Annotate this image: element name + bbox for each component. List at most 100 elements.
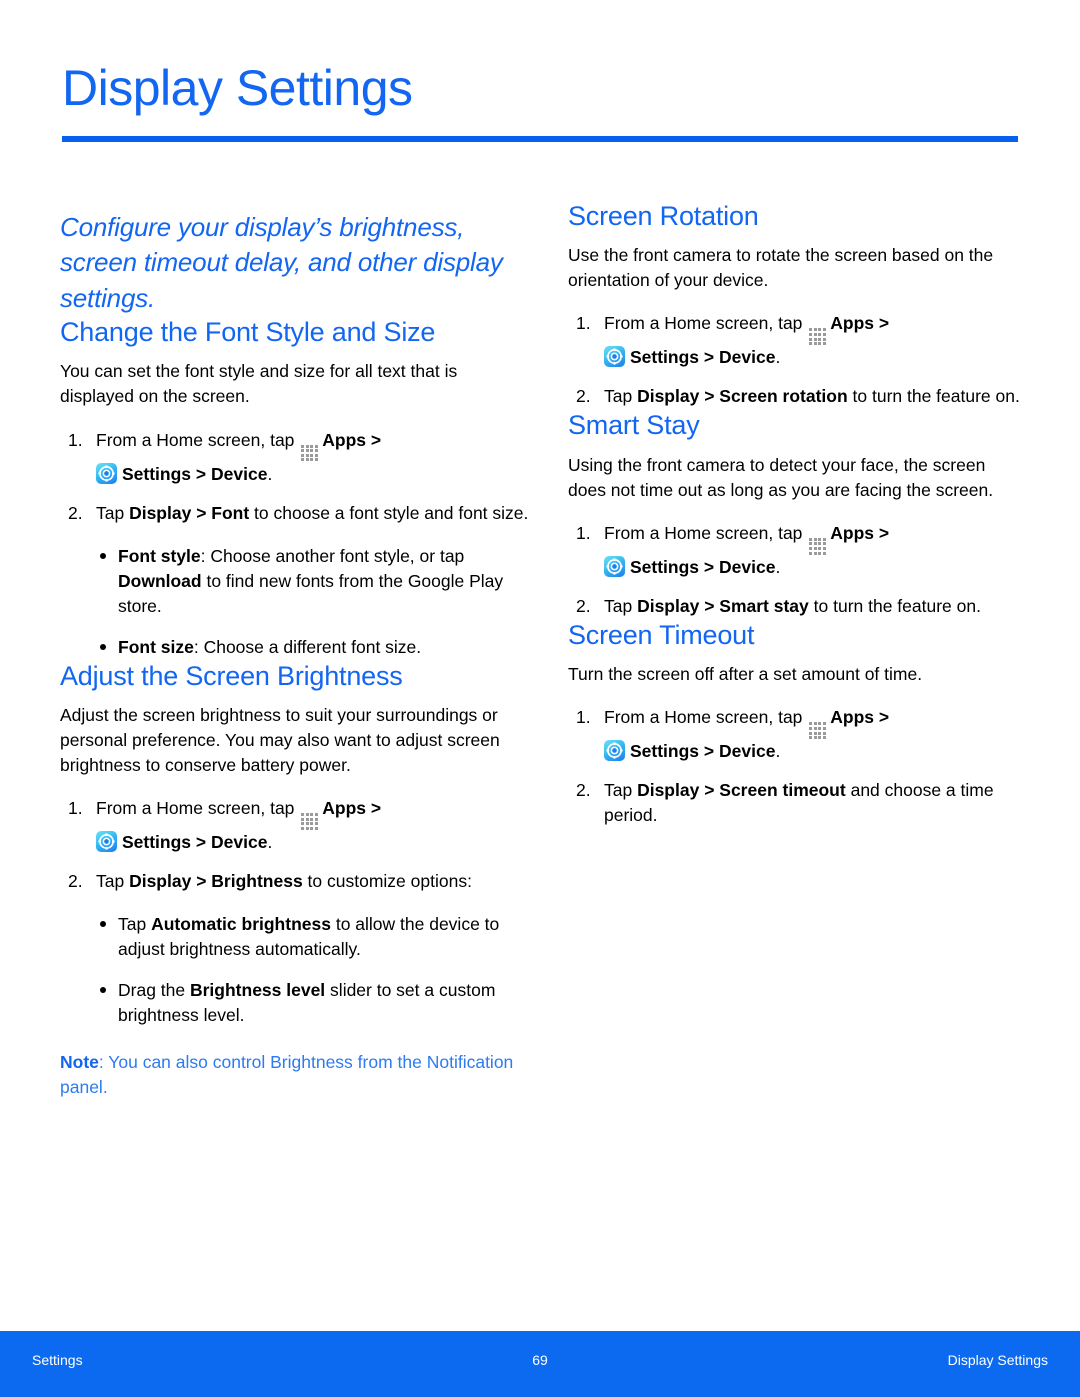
step-mid-sep: > [191, 502, 212, 523]
note-text: : You can also control Brightness from t… [60, 1052, 514, 1098]
step-text-pre: From a Home screen, tap [604, 313, 803, 334]
apps-label: Apps [830, 313, 875, 334]
step-number: 2. [576, 780, 591, 801]
step-mid-sep: > [191, 871, 212, 892]
apps-grid-icon [809, 537, 827, 555]
footer-section-label: Display Settings [947, 1352, 1048, 1368]
list-item: Tap Automatic brightness to allow the de… [60, 912, 530, 962]
bullet-text-1: : Choose another font style, or tap [200, 545, 465, 566]
step-text-post: to turn the feature on. [847, 386, 1020, 407]
step-number: 2. [576, 595, 591, 616]
step-number: 1. [576, 313, 591, 334]
step-end-punct: . [267, 463, 273, 484]
bullet-dot-icon [100, 921, 106, 928]
step-separator: > [370, 798, 382, 819]
title-divider [62, 135, 1018, 142]
device-label: Device [719, 556, 776, 577]
settings-separator: > [195, 832, 207, 853]
note-label: Note [60, 1052, 99, 1073]
list-item: Font size: Choose a different font size. [60, 635, 530, 660]
step-mid-sep: > [699, 595, 720, 616]
settings-gear-icon [96, 462, 117, 484]
right-column: Screen Rotation Use the front camera to … [568, 200, 1020, 828]
bullet-bold-2: Automatic brightness [151, 914, 331, 935]
settings-gear-icon [604, 555, 625, 577]
step-item: 1. From a Home screen, tap Apps > Settin… [60, 796, 530, 855]
rotation-section-steps: 1. From a Home screen, tap Apps > Settin… [568, 311, 1020, 409]
device-label: Device [719, 741, 776, 762]
step-item: 1. From a Home screen, tap Apps > Settin… [568, 521, 1020, 580]
bullet-bold-2: Download [118, 570, 202, 591]
page-footer: Settings 69 Display Settings [0, 1331, 1080, 1397]
step-text-pre: From a Home screen, tap [604, 522, 803, 543]
font-section-intro: You can set the font style and size for … [60, 361, 458, 407]
settings-label: Settings [122, 463, 192, 484]
step-item: 2. Tap Display > Font to choose a font st… [60, 501, 530, 526]
apps-grid-icon [809, 722, 827, 740]
settings-label: Settings [630, 556, 700, 577]
smart-stay-section-steps: 1. From a Home screen, tap Apps > Settin… [568, 521, 1020, 619]
step-text-pre: From a Home screen, tap [96, 798, 295, 819]
step-separator: > [878, 522, 890, 543]
settings-label: Settings [630, 741, 700, 762]
step-text-post: to customize options: [302, 871, 472, 892]
device-label: Device [211, 463, 268, 484]
step-item: 2. Tap Display > Smart stay to turn the f… [568, 594, 1020, 619]
list-item: Font style: Choose another font style, o… [60, 544, 530, 619]
list-item: Drag the Brightness level slider to set … [60, 978, 530, 1028]
step-bold-screen-rotation: Screen rotation [719, 386, 848, 407]
step-end-punct: . [775, 556, 781, 577]
settings-separator: > [703, 741, 715, 762]
settings-separator: > [703, 556, 715, 577]
left-column: Configure your display’s brightness, scr… [60, 200, 530, 1100]
timeout-section-intro: Turn the screen off after a set amount o… [568, 664, 923, 685]
step-separator: > [878, 313, 890, 334]
device-label: Device [719, 347, 776, 368]
bullet-bold-1: Font size [118, 636, 194, 657]
step-item: 1. From a Home screen, tap Apps > Settin… [60, 428, 530, 487]
step-mid-sep: > [699, 780, 720, 801]
step-item: 1. From a Home screen, tap Apps > Settin… [568, 705, 1020, 764]
font-section-steps: 1. From a Home screen, tap Apps > Settin… [60, 428, 530, 526]
step-number: 1. [576, 522, 591, 543]
step-text-pre: Tap [96, 502, 130, 523]
brightness-section-intro: Adjust the screen brightness to suit you… [60, 704, 500, 776]
step-text-pre: From a Home screen, tap [604, 707, 803, 728]
bullet-bold-1: Font style [118, 545, 201, 566]
step-end-punct: . [267, 832, 273, 853]
step-separator: > [370, 429, 382, 450]
step-end-punct: . [775, 347, 781, 368]
step-end-punct: . [775, 741, 781, 762]
step-item: 2. Tap Display > Screen rotation to turn … [568, 384, 1020, 409]
step-text-pre: Tap [604, 386, 638, 407]
step-bold-display: Display [129, 871, 192, 892]
apps-grid-icon [809, 328, 827, 346]
settings-gear-icon [604, 346, 625, 368]
step-bold-font: Font [211, 502, 250, 523]
step-text-post: to turn the feature on. [808, 595, 981, 616]
apps-label: Apps [322, 798, 367, 819]
step-item: 2. Tap Display > Brightness to customize … [60, 869, 530, 894]
step-bold-smart-stay: Smart stay [719, 595, 809, 616]
section-heading-screen-rotation: Screen Rotation [568, 201, 759, 231]
bullet-bold-2: Brightness level [189, 980, 326, 1001]
bullet-dot-icon [100, 552, 106, 559]
step-bold-display: Display [637, 386, 700, 407]
bullet-text-lead: Drag the [118, 980, 190, 1001]
step-text-pre: Tap [604, 595, 638, 616]
brightness-section-bullets: Tap Automatic brightness to allow the de… [60, 912, 530, 1028]
device-label: Device [211, 832, 268, 853]
step-number: 2. [576, 386, 591, 407]
settings-separator: > [195, 463, 207, 484]
step-text-pre: From a Home screen, tap [96, 429, 295, 450]
timeout-section-steps: 1. From a Home screen, tap Apps > Settin… [568, 705, 1020, 828]
step-text-pre: Tap [604, 780, 638, 801]
step-number: 1. [576, 707, 591, 728]
section-heading-screen-timeout: Screen Timeout [568, 619, 755, 650]
page-header: Display Settings [62, 62, 1018, 142]
section-heading-font-style: Change the Font Style and Size [60, 317, 436, 348]
step-bold-display: Display [637, 780, 700, 801]
brightness-section-steps: 1. From a Home screen, tap Apps > Settin… [60, 796, 530, 894]
settings-separator: > [703, 347, 715, 368]
settings-gear-icon [604, 740, 625, 762]
